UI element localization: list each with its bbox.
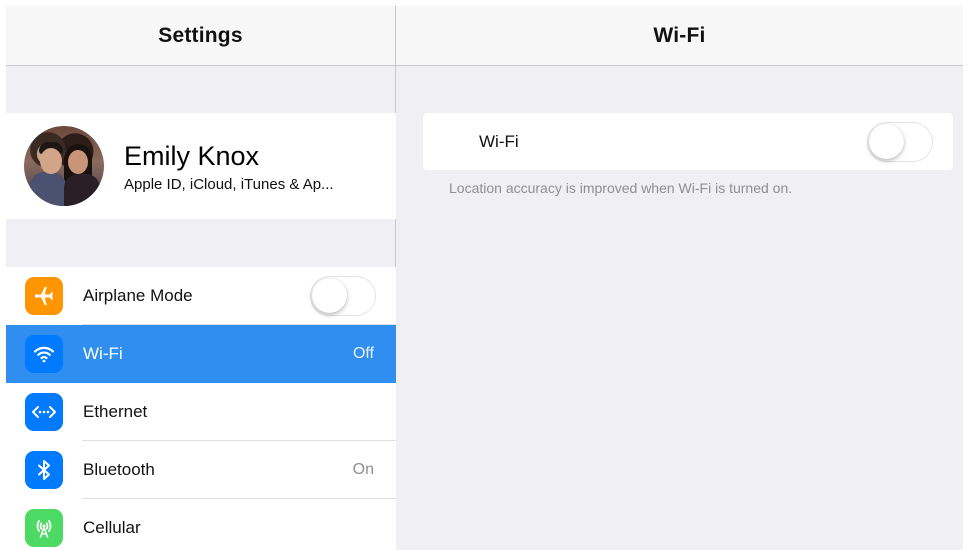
airplane-mode-toggle[interactable] [310,276,376,316]
sidebar-item-bluetooth[interactable]: Bluetooth On [6,441,396,499]
cellular-icon [25,509,63,547]
wifi-toggle[interactable] [867,121,933,162]
toggle-knob [869,123,904,159]
wifi-icon [25,335,63,373]
wifi-detail-pane: Wi-Fi Wi-Fi Location accuracy is improve… [396,6,963,550]
sidebar-item-wifi[interactable]: Wi-Fi Off [6,325,396,383]
wifi-footer-note: Location accuracy is improved when Wi-Fi… [449,180,793,196]
settings-sidebar: Settings Emily Knox Apple ID, iCloud, iT… [6,6,396,550]
settings-list: Airplane Mode Wi-Fi Off Ethernet Bluetoo… [6,267,396,550]
toggle-knob [312,278,347,313]
sidebar-title: Settings [158,23,243,47]
profile-subtitle: Apple ID, iCloud, iTunes & Ap... [124,175,334,193]
detail-navbar: Wi-Fi [396,6,963,66]
profile-cell[interactable]: Emily Knox Apple ID, iCloud, iTunes & Ap… [6,113,396,219]
sidebar-item-airplane-mode[interactable]: Airplane Mode [6,267,396,325]
bluetooth-status-value: On [352,461,374,478]
airplane-icon [25,277,63,315]
profile-name: Emily Knox [124,140,260,171]
sidebar-item-ethernet[interactable]: Ethernet [6,383,396,441]
sidebar-item-label: Bluetooth [83,460,155,479]
detail-title: Wi-Fi [653,23,706,47]
ethernet-icon [25,393,63,431]
avatar [24,126,104,206]
wifi-label: Wi-Fi [479,131,519,151]
sidebar-item-label: Ethernet [83,402,148,421]
sidebar-navbar: Settings [6,6,395,66]
bluetooth-icon [25,451,63,489]
wifi-status-value: Off [352,345,374,362]
settings-window: Settings Emily Knox Apple ID, iCloud, iT… [6,6,963,550]
sidebar-item-label: Cellular [83,518,141,537]
sidebar-item-label: Wi-Fi [83,344,123,363]
sidebar-item-cellular[interactable]: Cellular [6,499,396,550]
sidebar-item-label: Airplane Mode [83,286,193,305]
wifi-toggle-cell: Wi-Fi [423,113,953,170]
